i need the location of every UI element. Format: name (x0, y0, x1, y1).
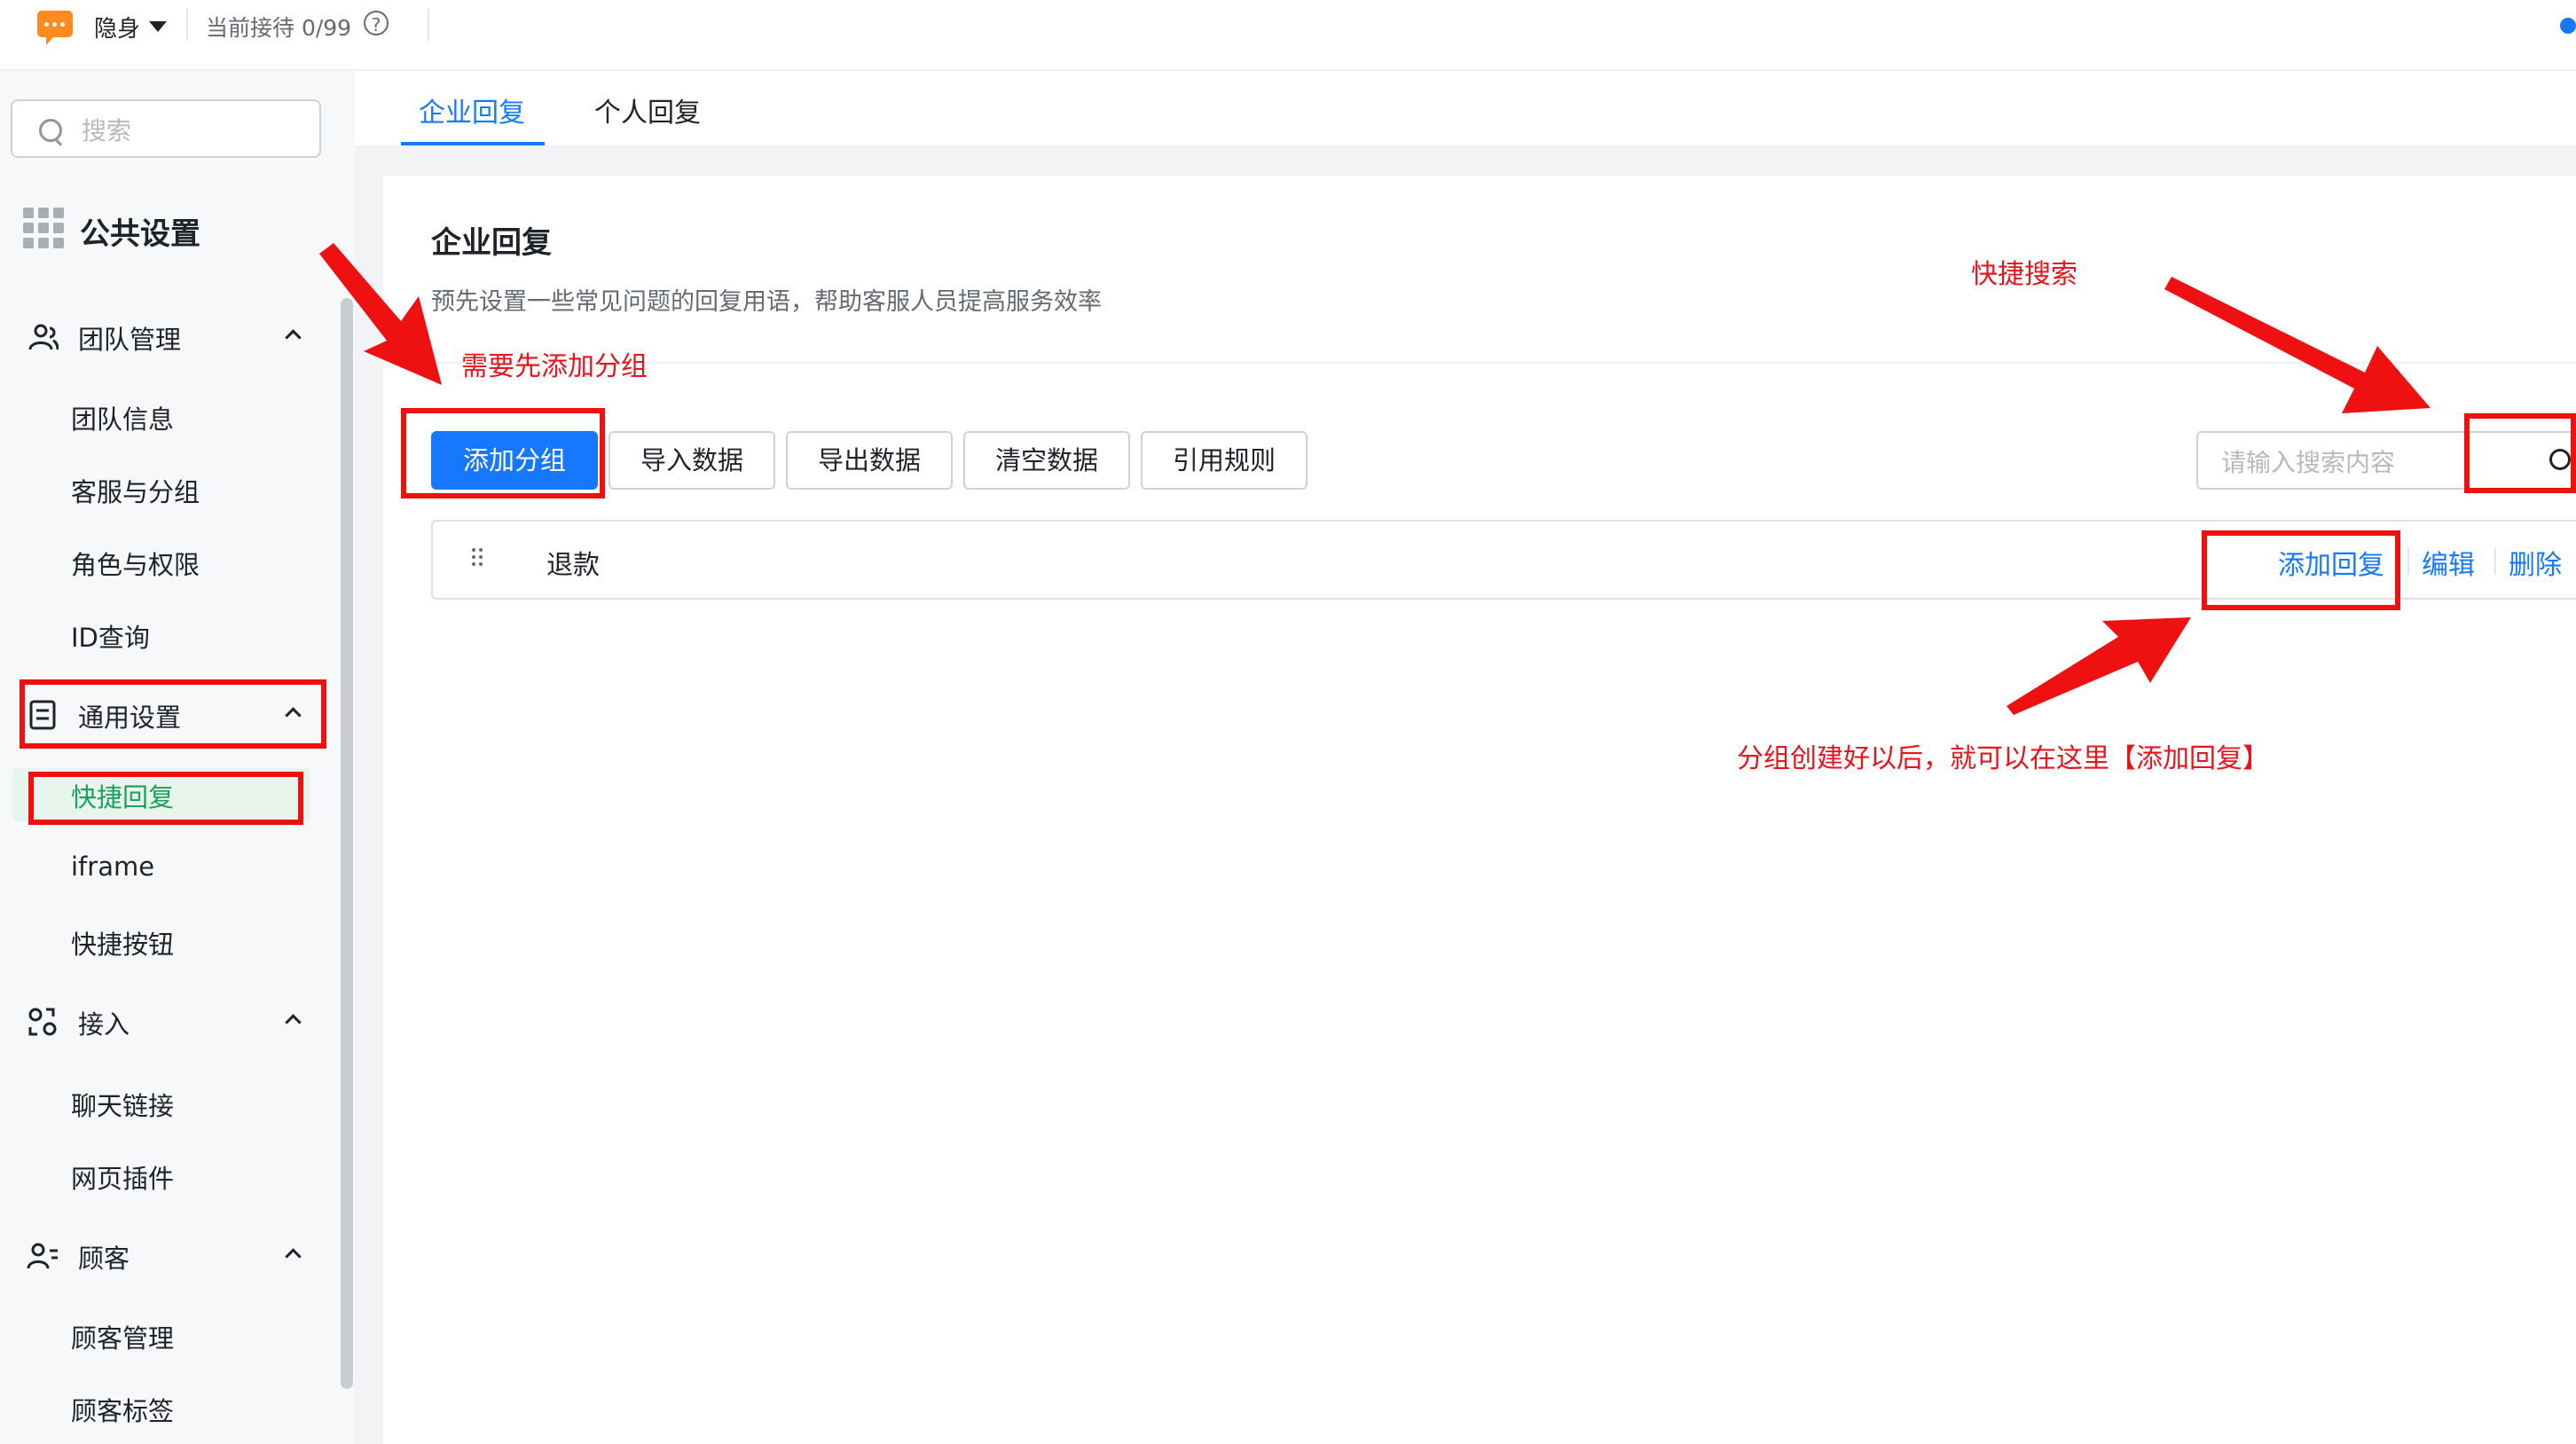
annotation-add-reply-note: 分组创建好以后，就可以在这里【添加回复】 (1737, 743, 2269, 774)
sidebar-item-iframe[interactable]: iframe (71, 851, 154, 882)
annotation-box-general-settings (20, 679, 326, 749)
export-data-button[interactable]: 导出数据 (786, 431, 953, 490)
caret-down-icon[interactable] (149, 21, 167, 32)
sidebar: 公共设置 团队管理 团队信息 客服与分组 角色与权限 ID查询 通用设置 快捷回… (0, 71, 355, 1444)
divider (2407, 548, 2409, 575)
sidebar-item-quick-buttons[interactable]: 快捷按钮 (71, 924, 174, 961)
drag-handle-icon[interactable] (472, 548, 484, 571)
menu-group-access[interactable]: 接入 (0, 995, 337, 1048)
top-bar: 隐身 当前接待 0/99 ? (0, 0, 2576, 71)
chevron-up-icon[interactable] (285, 1014, 302, 1031)
delete-group-link[interactable]: 删除 (2509, 543, 2562, 582)
sidebar-item-team-info[interactable]: 团队信息 (71, 399, 174, 436)
enterprise-reply-card: 企业回复 预先设置一些常见问题的回复用语，帮助客服人员提高服务效率 添加分组 导… (383, 176, 2576, 1444)
chevron-up-icon[interactable] (285, 329, 302, 346)
tab-enterprise-reply[interactable]: 企业回复 (419, 90, 525, 129)
menu-group-label: 顾客 (78, 1244, 130, 1274)
page-title: 企业回复 (431, 225, 552, 261)
access-icon (28, 1008, 57, 1036)
annotation-add-group-note: 需要先添加分组 (461, 351, 648, 382)
customer-icon (27, 1243, 58, 1269)
chat-bubble-icon (37, 11, 73, 45)
sidebar-scrollbar[interactable] (341, 298, 353, 1389)
annotation-quick-search-note: 快捷搜索 (1971, 259, 2077, 290)
group-name: 退款 (546, 550, 600, 581)
import-data-button[interactable]: 导入数据 (609, 431, 775, 490)
section-title: 公共设置 (80, 216, 200, 252)
annotation-box-add-reply (2202, 530, 2400, 610)
tab-bar: 企业回复 个人回复 (355, 71, 2576, 145)
clear-data-button[interactable]: 清空数据 (963, 431, 1130, 490)
edit-group-link[interactable]: 编辑 (2422, 543, 2475, 582)
sidebar-item-web-plugin[interactable]: 网页插件 (71, 1158, 174, 1196)
reception-count: 当前接待 0/99 (206, 15, 352, 41)
online-status-dot (2560, 18, 2576, 34)
divider (428, 9, 429, 41)
divider (431, 362, 2576, 364)
help-icon[interactable]: ? (364, 11, 389, 35)
annotation-box-quick-reply (28, 772, 303, 825)
citation-rules-button[interactable]: 引用规则 (1141, 431, 1308, 490)
status-selector[interactable]: 隐身 (94, 11, 140, 43)
search-icon (39, 119, 62, 142)
annotation-box-quick-search (2464, 413, 2576, 493)
divider (2494, 548, 2496, 575)
sidebar-search[interactable] (11, 99, 321, 158)
chevron-up-icon[interactable] (285, 1248, 302, 1265)
apps-grid-icon (23, 208, 66, 250)
divider (186, 9, 188, 41)
sidebar-item-roles[interactable]: 角色与权限 (71, 545, 200, 582)
sidebar-search-input[interactable] (80, 110, 314, 151)
sidebar-item-chat-link[interactable]: 聊天链接 (71, 1086, 174, 1123)
sidebar-item-agents-groups[interactable]: 客服与分组 (71, 472, 200, 509)
menu-group-customer[interactable]: 顾客 (0, 1229, 337, 1283)
team-icon (28, 324, 59, 350)
sidebar-item-customer-manage[interactable]: 顾客管理 (71, 1318, 174, 1355)
menu-group-label: 团队管理 (78, 325, 182, 355)
annotation-box-add-group (401, 408, 605, 498)
page-description: 预先设置一些常见问题的回复用语，帮助客服人员提高服务效率 (431, 288, 1102, 316)
menu-group-team[interactable]: 团队管理 (0, 310, 337, 364)
sidebar-item-customer-tags[interactable]: 顾客标签 (71, 1391, 174, 1428)
sidebar-item-id-lookup[interactable]: ID查询 (71, 617, 150, 655)
tab-personal-reply[interactable]: 个人回复 (594, 90, 701, 129)
menu-group-label: 接入 (78, 1009, 130, 1040)
